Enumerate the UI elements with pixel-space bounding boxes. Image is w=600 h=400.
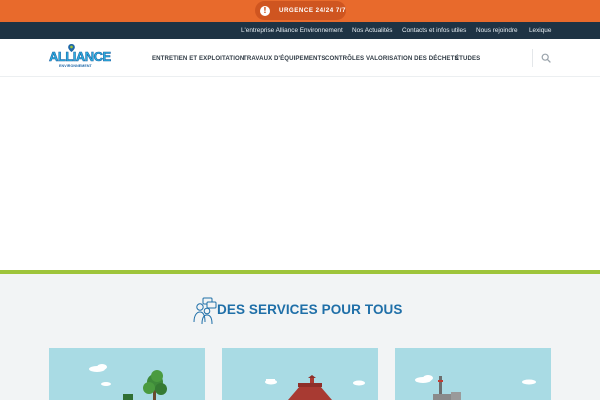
urgency-label: URGENCE 24/24 7/7 (279, 7, 346, 14)
search-divider (532, 49, 533, 67)
urgency-bar: ! URGENCE 24/24 7/7 (0, 0, 600, 22)
service-card-3[interactable] (395, 348, 551, 400)
search-icon[interactable] (541, 53, 551, 63)
nav-item-valorisation[interactable]: VALORISATION DES DÉCHETS (366, 54, 459, 64)
top-nav-link-actualites[interactable]: Nos Actualités (352, 22, 393, 39)
service-card-2[interactable] (222, 348, 378, 400)
nav-item-etudes[interactable]: ÉTUDES (455, 54, 480, 64)
card-illustration-factory (415, 375, 536, 400)
top-nav-link-contacts[interactable]: Contacts et infos utiles (402, 22, 466, 39)
card-illustration-building (265, 375, 365, 400)
logo-subtitle: ENVIRONNEMENT (59, 64, 92, 68)
nav-item-travaux[interactable]: TRAVAUX D'ÉQUIPEMENTS (243, 54, 326, 64)
service-card-1[interactable] (49, 348, 205, 400)
nav-item-entretien[interactable]: ENTRETIEN ET EXPLOITATION (152, 54, 244, 64)
services-title: DES SERVICES POUR TOUS (217, 302, 403, 317)
top-nav-link-entreprise[interactable]: L'entreprise Alliance Environnement (241, 22, 343, 39)
card-illustration-trees (89, 364, 167, 400)
top-nav: L'entreprise Alliance Environnement Nos … (0, 22, 600, 39)
logo[interactable]: ALLIANCE ENVIRONNEMENT (48, 44, 112, 72)
top-nav-link-lexique[interactable]: Lexique (529, 22, 551, 39)
exclamation-icon: ! (260, 5, 270, 16)
people-chat-icon (193, 297, 217, 325)
top-nav-link-rejoindre[interactable]: Nous rejoindre (476, 22, 518, 39)
nav-item-controles[interactable]: CONTRÔLES (325, 54, 364, 64)
page: ! URGENCE 24/24 7/7 L'entreprise Allianc… (0, 0, 600, 400)
logo-word: ALLIANCE (49, 49, 112, 64)
urgency-button[interactable]: ! URGENCE 24/24 7/7 (255, 1, 346, 20)
